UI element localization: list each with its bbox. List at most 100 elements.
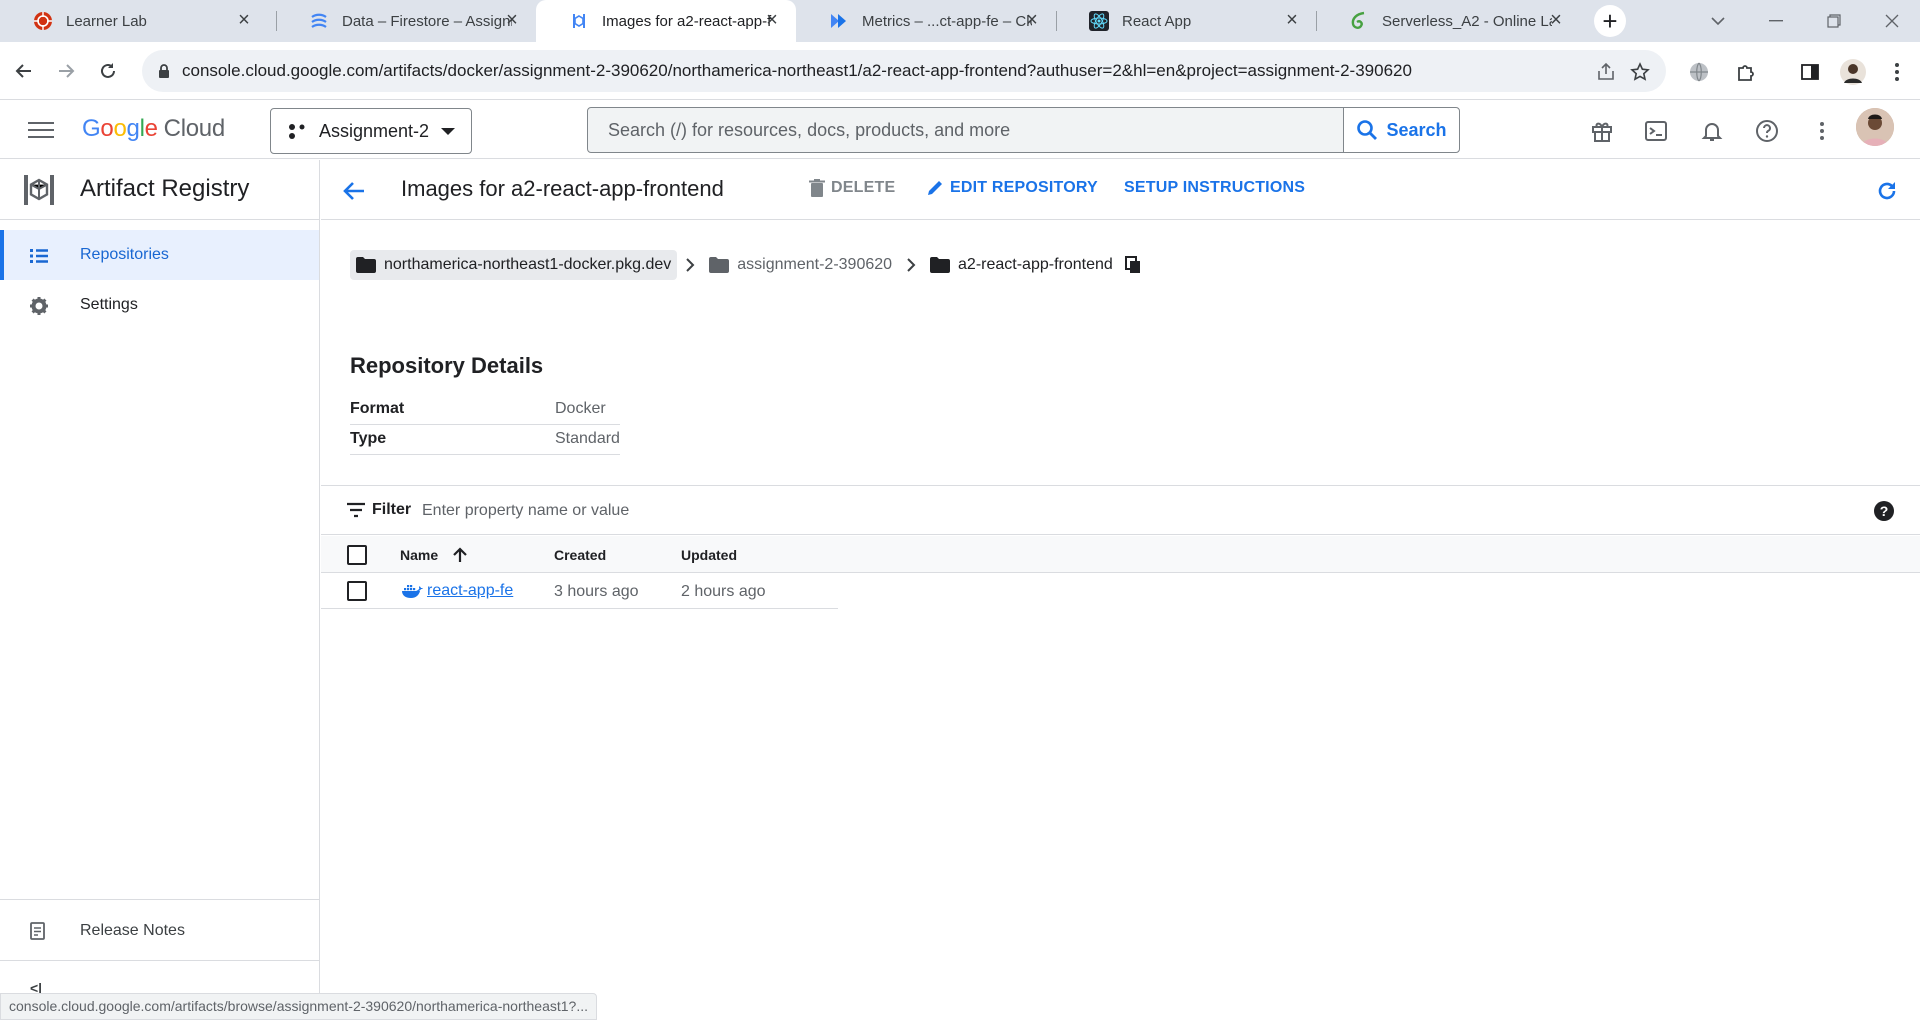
search-input[interactable] [588,108,1344,152]
account-avatar[interactable] [1856,108,1894,146]
overleaf-icon [1349,11,1369,31]
sidebar-item-release-notes[interactable]: Release Notes [0,905,319,957]
browser-menu-icon[interactable] [1884,59,1910,85]
left-navigation: Artifact Registry Repositories Settings … [0,160,320,1020]
cloud-shell-icon[interactable] [1642,117,1670,145]
chevron-right-icon [677,258,703,272]
browser-tab-metrics[interactable]: Metrics – ...ct-app-fe – Clo × [796,0,1056,42]
breadcrumb-item-project[interactable]: assignment-2-390620 [703,250,898,280]
details-value: Standard [555,424,620,455]
column-header-created[interactable]: Created [554,547,606,563]
help-icon[interactable]: ? [1874,501,1894,521]
divider [0,960,319,961]
more-vert-icon[interactable] [1808,117,1836,145]
setup-label: SETUP INSTRUCTIONS [1124,179,1306,196]
browser-toolbar: console.cloud.google.com/artifacts/docke… [0,42,1920,100]
repository-details-table: Format Docker Type Standard [350,394,620,455]
extensions-icon[interactable] [1733,59,1759,85]
address-bar[interactable]: console.cloud.google.com/artifacts/docke… [142,50,1666,92]
product-title: Artifact Registry [0,160,319,220]
delete-label: DELETE [831,179,896,196]
tab-title: Learner Lab [66,12,147,30]
chevron-right-icon [898,258,924,272]
vpn-globe-icon[interactable] [1686,59,1712,85]
firestore-icon [309,11,329,31]
project-picker[interactable]: Assignment-2 [270,108,472,154]
console-header: Google Cloud Assignment-2 Search [0,101,1920,159]
react-icon [1089,11,1109,31]
google-cloud-logo[interactable]: Google Cloud [82,115,225,143]
close-icon[interactable]: × [502,9,522,31]
delete-button[interactable]: DELETE [809,179,895,197]
close-icon[interactable]: × [1546,9,1566,31]
filter-input[interactable] [422,494,922,528]
search-box: Search [587,107,1460,153]
bookmark-star-icon[interactable] [1628,60,1652,84]
close-icon[interactable]: × [234,9,254,31]
sidebar-item-label: Settings [80,296,138,313]
lock-icon[interactable] [154,61,174,81]
help-icon[interactable] [1753,117,1781,145]
browser-tab-images[interactable]: Images for a2-react-app-f × [536,0,796,42]
docker-icon [402,585,423,598]
setup-instructions-button[interactable]: SETUP INSTRUCTIONS [1124,179,1305,197]
notifications-bell-icon[interactable] [1698,117,1726,145]
side-panel-icon[interactable] [1797,59,1823,85]
folder-icon [356,257,376,273]
browser-tab-react-app[interactable]: React App × [1056,0,1316,42]
list-icon [28,245,50,267]
breadcrumb-item-host[interactable]: northamerica-northeast1-docker.pkg.dev [350,250,678,280]
project-hierarchy-icon [289,124,305,139]
release-notes-icon [28,921,50,943]
sidebar-item-repositories[interactable]: Repositories [0,230,319,280]
tab-title: React App [1122,12,1192,30]
back-icon[interactable] [7,54,41,88]
new-tab-button[interactable]: + [1594,5,1626,37]
restore-icon[interactable] [1806,0,1862,42]
close-icon[interactable]: × [1022,9,1042,31]
share-icon[interactable] [1594,60,1618,84]
tab-title: Images for a2-react-app-f [602,12,772,30]
cloud-run-icon [829,11,849,31]
profile-avatar-icon[interactable] [1840,59,1866,85]
breadcrumb-item-repository: a2-react-app-frontend [924,250,1119,280]
reload-icon[interactable] [91,54,125,88]
image-link[interactable]: react-app-fe [401,582,513,600]
sidebar-item-label: Release Notes [80,922,185,939]
artifact-registry-icon [569,11,589,31]
tab-title: Metrics – ...ct-app-fe – Clo [862,12,1032,30]
browser-tab-learner-lab[interactable]: Learner Lab × [0,0,268,42]
back-arrow-icon[interactable] [340,177,368,205]
edit-repository-button[interactable]: EDIT REPOSITORY [926,179,1098,197]
details-key: Format [350,394,555,425]
hamburger-menu-icon[interactable] [28,118,54,142]
copy-icon[interactable] [1124,256,1141,274]
repository-details-heading: Repository Details [350,353,544,378]
filter-label: Filter [372,501,412,518]
tab-search-icon[interactable] [1690,0,1746,42]
column-header-updated[interactable]: Updated [681,547,737,563]
chevron-down-icon [441,128,455,135]
minimize-icon[interactable] [1748,0,1804,42]
select-all-checkbox[interactable] [347,545,367,565]
column-header-name[interactable]: Name [400,547,438,563]
close-icon[interactable]: × [1282,9,1302,31]
browser-tab-overleaf[interactable]: Serverless_A2 - Online LaT × [1316,0,1580,42]
gift-icon[interactable] [1588,117,1616,145]
folder-icon [930,257,951,273]
pencil-icon [928,181,942,195]
sidebar-item-settings[interactable]: Settings [0,280,319,330]
arrow-up-icon[interactable] [451,546,469,564]
divider [0,899,319,900]
forward-icon[interactable] [49,54,83,88]
window-close-icon[interactable] [1864,0,1920,42]
row-checkbox[interactable] [347,581,367,601]
search-button[interactable]: Search [1343,108,1459,152]
edit-label: EDIT REPOSITORY [950,179,1098,196]
trash-icon [809,179,825,197]
table-row: react-app-fe 3 hours ago 2 hours ago [321,574,838,609]
refresh-icon[interactable] [1874,178,1900,204]
close-icon[interactable]: × [762,9,782,31]
browser-tab-firestore[interactable]: Data – Firestore – Assignm × [276,0,536,42]
table-header: Name Created Updated [321,536,1920,573]
